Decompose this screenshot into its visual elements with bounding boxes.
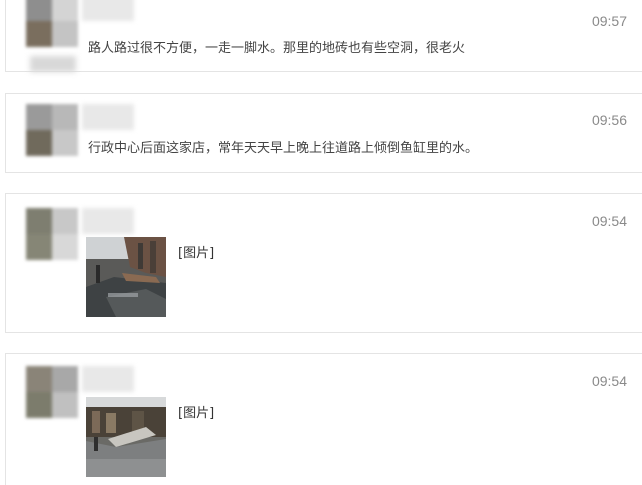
message-card[interactable]: 09:54 [图片] [5,353,642,485]
photo-label: [图片] [178,406,215,421]
message-text: 行政中心后面这家店，常年天天早上晚上往道路上倾倒鱼缸里的水。 [88,141,479,156]
message-time: 09:56 [591,112,627,128]
message-time: 09:54 [591,373,627,389]
message-time: 09:54 [591,213,627,229]
message-text: 路人路过很不方便，一走一脚水。那里的地砖也有些空洞，很老火 [88,41,466,56]
avatar[interactable] [26,104,78,156]
avatar[interactable] [26,366,78,418]
message-card[interactable]: 09:57 路人路过很不方便，一走一脚水。那里的地砖也有些空洞，很老火 [5,0,642,72]
username-blurred [82,366,134,392]
avatar[interactable] [26,208,78,260]
avatar[interactable] [26,0,78,47]
username-blurred [82,0,134,21]
message-card[interactable]: 09:54 [图片] [5,193,642,333]
photo-label: [图片] [178,246,215,261]
photo-thumbnail[interactable] [86,397,166,477]
message-card[interactable]: 09:56 行政中心后面这家店，常年天天早上晚上往道路上倾倒鱼缸里的水。 [5,93,642,173]
street-photo-image [86,237,166,317]
message-time: 09:57 [591,13,627,29]
username-blurred [82,104,134,130]
message-feed: 09:57 路人路过很不方便，一走一脚水。那里的地砖也有些空洞，很老火 09:5… [0,0,642,485]
street-photo-image [86,397,166,477]
blurred-region [30,56,76,72]
photo-thumbnail[interactable] [86,237,166,317]
username-blurred [82,208,134,234]
